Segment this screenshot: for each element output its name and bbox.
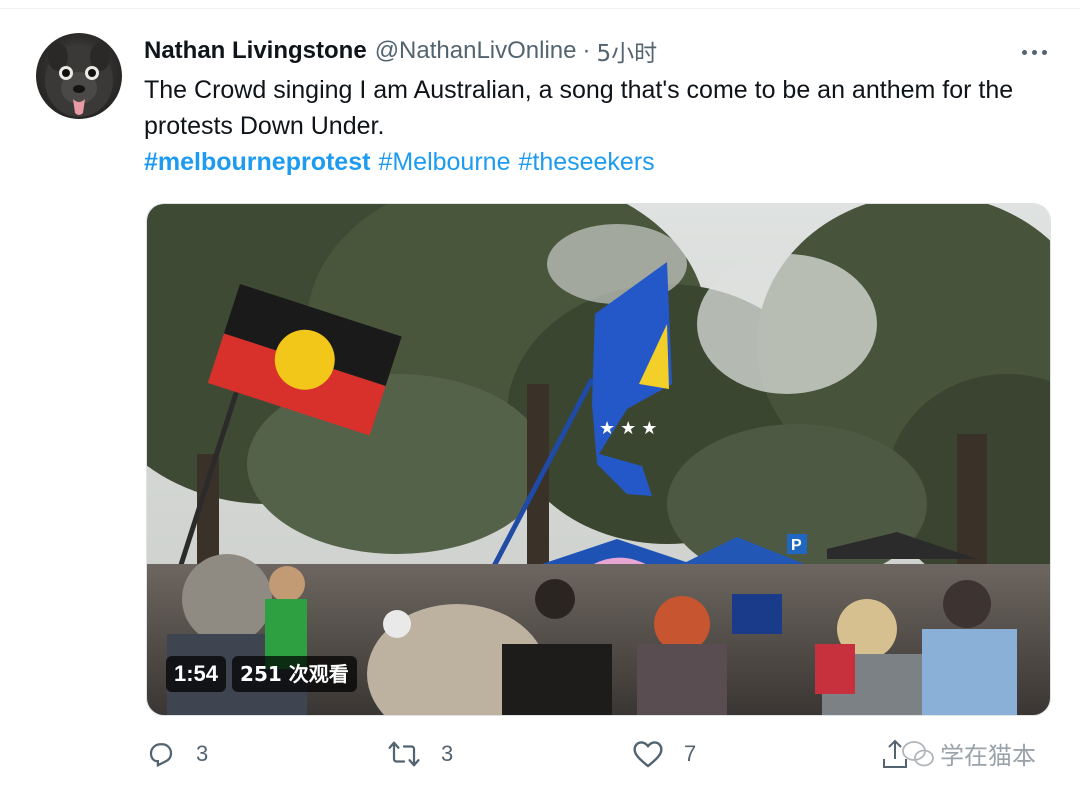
heart-icon bbox=[633, 741, 663, 768]
hashtag-link[interactable]: #Melbourne bbox=[378, 148, 510, 176]
retweet-count: 3 bbox=[441, 741, 454, 766]
svg-text:P: P bbox=[791, 537, 802, 554]
video-thumbnail: ★ ★ ★ P bbox=[147, 204, 1050, 715]
svg-text:★ ★ ★: ★ ★ ★ bbox=[599, 418, 657, 438]
more-options-icon[interactable] bbox=[1012, 36, 1056, 68]
watermark-text: 学在猫本 bbox=[940, 742, 1036, 770]
hashtag-link[interactable]: #melbourneprotest bbox=[144, 148, 370, 176]
tweet-text: The Crowd singing I am Australian, a son… bbox=[144, 76, 1014, 140]
avatar[interactable] bbox=[36, 33, 122, 119]
share-wechat-icon bbox=[883, 739, 934, 768]
video-info-badges: 1:54 251 次观看 bbox=[166, 656, 357, 692]
video-view-count: 251 次观看 bbox=[232, 656, 357, 692]
retweet-icon bbox=[388, 741, 420, 767]
reply-button[interactable]: 3 bbox=[146, 734, 208, 774]
timestamp[interactable]: 5小时 bbox=[597, 34, 658, 68]
tweet-card[interactable]: Nathan Livingstone @NathanLivOnline · 5小… bbox=[0, 0, 1080, 802]
reply-count: 3 bbox=[196, 741, 209, 766]
video-duration: 1:54 bbox=[166, 656, 227, 692]
retweet-button[interactable]: 3 bbox=[387, 734, 453, 774]
avatar-dog-image bbox=[45, 43, 113, 117]
watermark: 学在猫本 bbox=[882, 736, 1036, 771]
reply-icon bbox=[149, 743, 173, 768]
video-player[interactable]: ★ ★ ★ P bbox=[146, 203, 1051, 716]
tweet-header: Nathan Livingstone @NathanLivOnline · 5小… bbox=[144, 34, 657, 68]
like-button[interactable]: 7 bbox=[632, 734, 696, 774]
display-name[interactable]: Nathan Livingstone bbox=[144, 37, 367, 65]
hashtag-row: #melbourneprotest #Melbourne #theseekers bbox=[144, 144, 663, 180]
separator-dot: · bbox=[582, 37, 591, 64]
like-count: 7 bbox=[684, 741, 697, 766]
hashtag-link[interactable]: #theseekers bbox=[518, 148, 654, 176]
divider bbox=[0, 8, 1080, 9]
user-handle[interactable]: @NathanLivOnline bbox=[375, 37, 577, 65]
